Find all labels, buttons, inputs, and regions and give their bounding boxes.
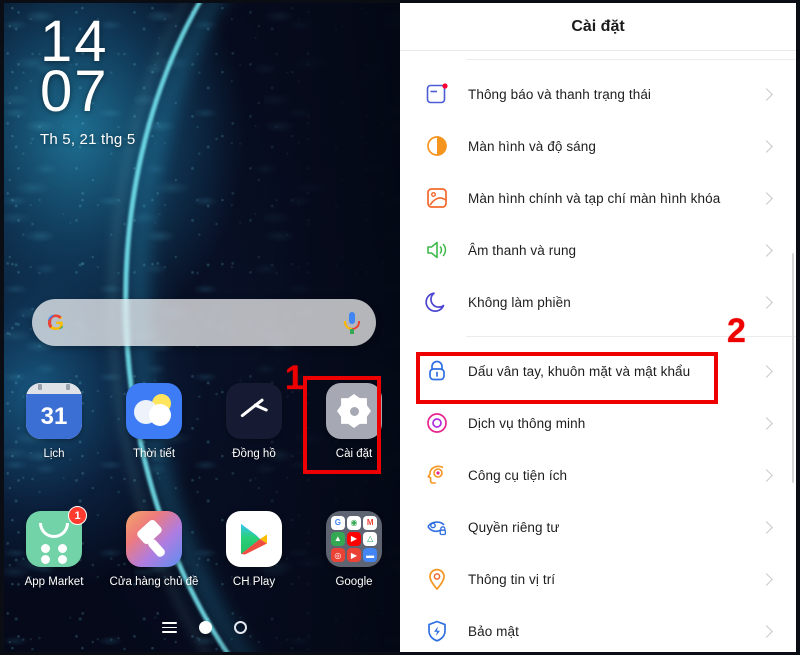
app-label: Cửa hàng chủ đề [109, 576, 199, 588]
settings-item-label: Thông báo và thanh trạng thái [468, 86, 652, 102]
app-row-2: 1 App Market Cửa hàng chủ đề CH Play G ◉… [4, 506, 400, 589]
calendar-icon[interactable]: 31 [26, 383, 82, 439]
recents-icon[interactable] [161, 622, 177, 633]
folder-app-duo: ▬ [363, 548, 377, 562]
theme-store-icon[interactable] [126, 511, 182, 567]
microphone-icon[interactable] [343, 311, 361, 334]
list-top-separator [466, 59, 796, 60]
sound-icon [424, 237, 450, 263]
settings-item-label: Màn hình và độ sáng [468, 138, 596, 154]
folder-app-google: G [331, 516, 345, 530]
folder-app-drive: △ [363, 532, 377, 546]
folder-app-gmail: M [363, 516, 377, 530]
settings-item-sound[interactable]: Âm thanh và rung [400, 224, 796, 276]
app-label: Google [335, 576, 373, 588]
app-ch-play[interactable]: CH Play [204, 511, 304, 589]
settings-item-label: Bảo mật [468, 623, 519, 639]
folder-app-photos: ◎ [331, 548, 345, 562]
chevron-right-icon [760, 139, 773, 153]
chevron-right-icon [760, 295, 773, 309]
settings-item-label: Âm thanh và rung [468, 242, 577, 258]
app-label: CH Play [232, 576, 276, 588]
settings-item-security[interactable]: Bảo mật [400, 605, 796, 655]
phone-home-screen: 14 07 Th 5, 21 thg 5 G 31 Lịch Thời tiết… [0, 0, 400, 655]
privacy-icon [424, 514, 450, 540]
settings-item-label: Thông tin vị trí [468, 571, 556, 587]
app-google-folder[interactable]: G ◉ M ▲ ▶ △ ◎ ▶ ▬ Google [304, 511, 400, 589]
annotation-marker-2: 2 [727, 312, 746, 350]
scrollbar[interactable] [791, 253, 794, 483]
annotation-box-2 [416, 352, 718, 404]
chevron-right-icon [760, 520, 773, 534]
weather-icon[interactable] [126, 383, 182, 439]
settings-item-privacy[interactable]: Quyền riêng tư [400, 501, 796, 553]
home-icon[interactable] [198, 621, 212, 634]
settings-item-notifications[interactable]: Thông báo và thanh trạng thái [400, 68, 796, 120]
moon-icon [424, 289, 450, 315]
app-market-icon[interactable]: 1 [26, 506, 87, 567]
security-shield-icon [424, 618, 450, 644]
wallpaper-icon [424, 185, 450, 211]
back-icon[interactable] [233, 621, 247, 634]
folder-app-chrome: ◉ [347, 516, 361, 530]
navigation-bar [4, 621, 400, 634]
notification-badge: 1 [68, 506, 87, 525]
chevron-right-icon [760, 87, 773, 101]
app-app-market[interactable]: 1 App Market [4, 506, 104, 589]
app-label: App Market [24, 576, 84, 588]
clock-icon[interactable] [226, 383, 282, 439]
settings-item-display[interactable]: Màn hình và độ sáng [400, 120, 796, 172]
location-pin-icon [424, 566, 450, 592]
clock-minute: 07 [40, 59, 109, 124]
chevron-right-icon [760, 468, 773, 482]
chevron-right-icon [760, 364, 773, 378]
calendar-day: 31 [26, 394, 82, 439]
chevron-right-icon [760, 243, 773, 257]
lockscreen-clock: 14 07 Th 5, 21 thg 5 [40, 13, 136, 149]
header-divider [400, 50, 796, 51]
smart-service-icon [424, 410, 450, 436]
app-label: Lịch [43, 448, 65, 460]
annotation-marker-1: 1 [285, 359, 304, 397]
settings-item-home-lock-wallpaper[interactable]: Màn hình chính và tạp chí màn hình khóa [400, 172, 796, 224]
app-label: Đồng hồ [232, 448, 276, 460]
settings-item-label: Quyền riêng tư [468, 519, 560, 535]
settings-item-label: Màn hình chính và tạp chí màn hình khóa [468, 190, 721, 206]
app-theme-store[interactable]: Cửa hàng chủ đề [104, 511, 204, 589]
settings-item-location[interactable]: Thông tin vị trí [400, 553, 796, 605]
brightness-icon [424, 133, 450, 159]
settings-item-utility-tools[interactable]: Công cụ tiện ích [400, 449, 796, 501]
page-title: Cài đặt [571, 17, 625, 35]
app-weather[interactable]: Thời tiết [104, 383, 204, 461]
clock-date: Th 5, 21 thg 5 [40, 131, 136, 148]
chevron-right-icon [760, 572, 773, 586]
chevron-right-icon [760, 416, 773, 430]
screenshot-root: 14 07 Th 5, 21 thg 5 G 31 Lịch Thời tiết… [0, 0, 800, 655]
annotation-box-1 [303, 376, 381, 474]
google-logo-icon: G [47, 309, 65, 335]
folder-app-play-movies: ▶ [347, 548, 361, 562]
notification-icon [424, 81, 450, 107]
folder-app-maps: ▲ [331, 532, 345, 546]
settings-item-label: Không làm phiền [468, 294, 571, 310]
settings-item-label: Dịch vụ thông minh [468, 415, 586, 431]
list-group-separator [466, 336, 796, 337]
google-folder-icon[interactable]: G ◉ M ▲ ▶ △ ◎ ▶ ▬ [326, 511, 382, 567]
settings-item-label: Công cụ tiện ích [468, 467, 568, 483]
app-label: Thời tiết [132, 448, 176, 460]
google-search-bar[interactable]: G [32, 299, 376, 346]
utility-tools-icon [424, 462, 450, 488]
chevron-right-icon [760, 624, 773, 638]
play-store-icon[interactable] [226, 511, 282, 567]
settings-item-smart-services[interactable]: Dịch vụ thông minh [400, 397, 796, 449]
settings-screen: Cài đặt Thông báo và thanh trạng thái Mà… [400, 0, 800, 655]
folder-app-youtube: ▶ [347, 532, 361, 546]
chevron-right-icon [760, 191, 773, 205]
app-calendar[interactable]: 31 Lịch [4, 383, 104, 461]
